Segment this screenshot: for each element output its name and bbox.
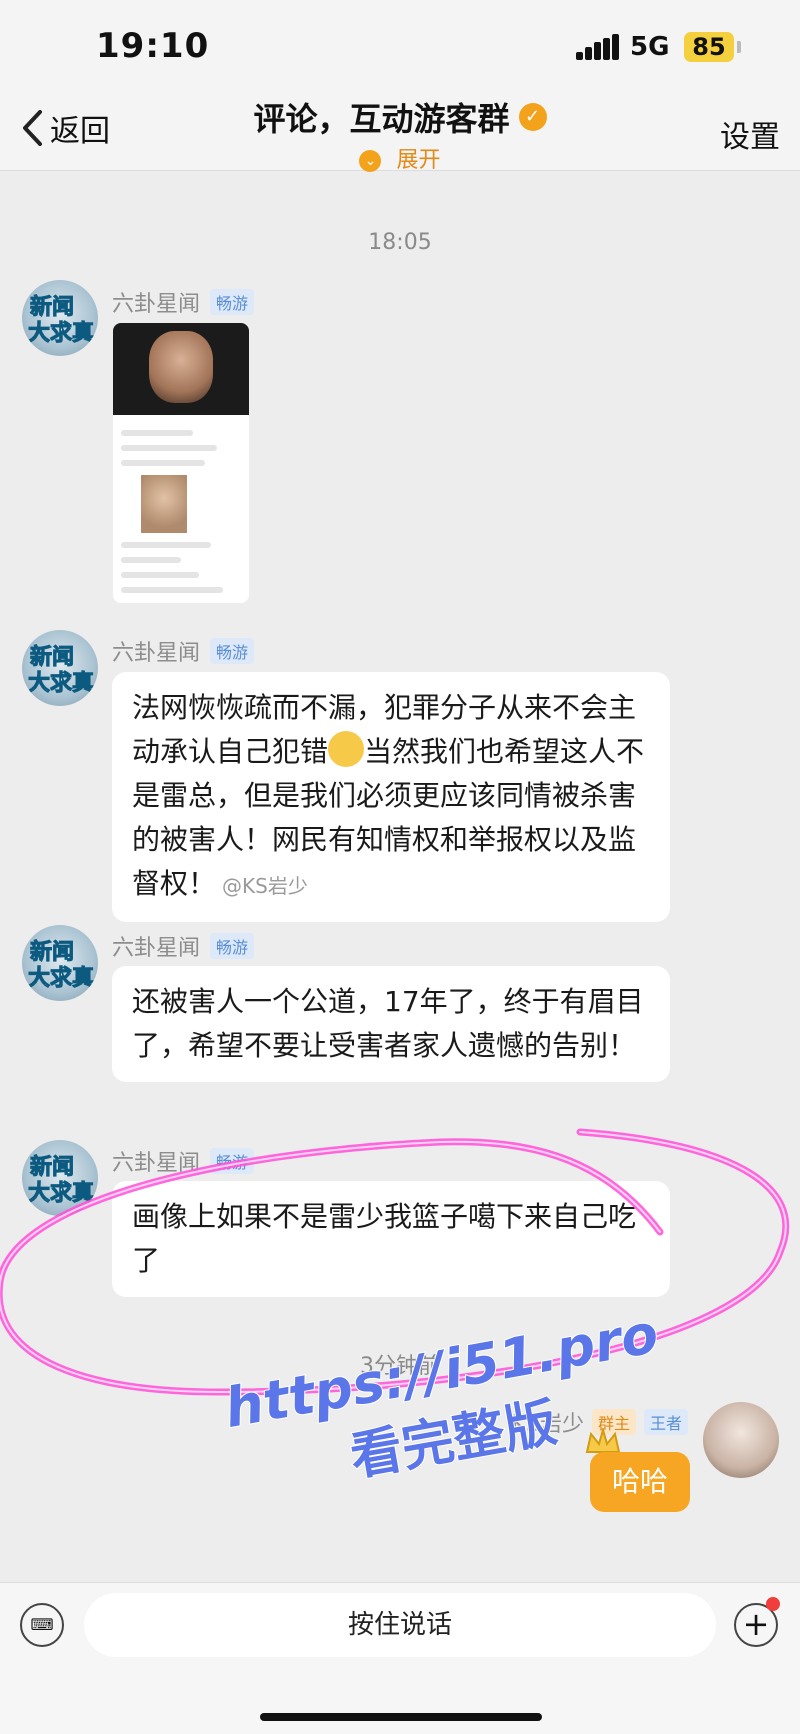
- sender-row: 六卦星闻 畅游: [112, 1145, 255, 1177]
- notification-dot: [766, 1597, 780, 1611]
- back-label: 返回: [50, 114, 110, 149]
- avatar[interactable]: 新闻 大求真: [22, 925, 98, 1001]
- message-text: 还被害人一个公道，17年了，终于有眉目了，希望不要让受害者家人遗憾的告别！: [132, 985, 644, 1062]
- avatar[interactable]: 新闻 大求真: [22, 280, 98, 356]
- image-message[interactable]: [113, 323, 249, 603]
- chevron-down-icon: ⌄: [359, 150, 382, 172]
- news-logo-icon: 新闻 大求真: [28, 1154, 95, 1207]
- screenshot-preview: [113, 415, 249, 603]
- svg-text:大求真: 大求真: [28, 965, 94, 991]
- nav-title-area[interactable]: 评论，互动游客群 ✓ ⌄ 展开: [200, 94, 600, 174]
- member-tag: 畅游: [210, 933, 255, 959]
- nav-bar: 返回 评论，互动游客群 ✓ ⌄ 展开 设置: [0, 90, 800, 174]
- sender-row: 六卦星闻 畅游: [112, 930, 255, 962]
- weibo-watermark: @KS岩少: [222, 874, 308, 898]
- input-bar: ⌨ 按住说话 +: [0, 1582, 800, 1734]
- sender-row: 六卦星闻 畅游: [112, 635, 255, 667]
- message-bubble[interactable]: 法网恢恢疏而不漏，犯罪分子从来不会主动承认自己犯错 当然我们也希望这人不是雷总，但…: [112, 672, 670, 922]
- group-title: 评论，互动游客群: [253, 100, 510, 138]
- network-type: 5G: [630, 32, 670, 62]
- chevron-left-icon: [23, 110, 42, 146]
- member-tag: 畅游: [210, 289, 255, 315]
- laugh-cry-emoji-icon: [328, 731, 365, 767]
- sender-name: 六卦星闻: [112, 1151, 201, 1176]
- svg-text:新闻: 新闻: [30, 294, 74, 320]
- sender-row: 六卦星闻 畅游: [112, 286, 255, 318]
- message-bubble[interactable]: 画像上如果不是雷少我篮子噶下来自己吃了: [112, 1181, 670, 1297]
- member-tag: 畅游: [210, 1148, 255, 1174]
- battery-nub: [737, 41, 741, 53]
- sender-name: 六卦星闻: [112, 292, 201, 317]
- member-tag: 畅游: [210, 638, 255, 664]
- home-indicator[interactable]: [260, 1713, 542, 1721]
- avatar[interactable]: 新闻 大求真: [22, 630, 98, 706]
- news-logo-icon: 新闻 大求真: [28, 644, 95, 697]
- my-message-bubble[interactable]: 哈哈: [590, 1452, 690, 1512]
- svg-text:新闻: 新闻: [30, 939, 74, 965]
- settings-button[interactable]: 设置: [720, 112, 780, 156]
- my-avatar[interactable]: [703, 1402, 779, 1478]
- svg-text:新闻: 新闻: [30, 644, 74, 670]
- video-preview: [113, 323, 249, 415]
- status-bar: 19:10 5G 85: [0, 0, 800, 90]
- rank-badge: 王者: [643, 1409, 688, 1435]
- battery-icon: 85: [684, 32, 734, 62]
- chat-timestamp: 18:05: [368, 230, 432, 255]
- hold-to-talk-button[interactable]: 按住说话: [84, 1593, 716, 1657]
- svg-text:大求真: 大求真: [28, 1180, 94, 1206]
- back-button[interactable]: 返回: [20, 106, 110, 150]
- signal-icon: [576, 34, 619, 60]
- svg-text:大求真: 大求真: [28, 670, 94, 696]
- avatar[interactable]: 新闻 大求真: [22, 1140, 98, 1216]
- chat-timestamp: 3分钟前: [360, 1354, 440, 1379]
- status-time: 19:10: [96, 26, 210, 66]
- svg-text:大求真: 大求真: [28, 320, 94, 346]
- message-text: 哈哈: [611, 1465, 668, 1498]
- message-text: 画像上如果不是雷少我篮子噶下来自己吃了: [132, 1200, 637, 1277]
- vip-badge-icon: ✓: [518, 103, 547, 131]
- expand-label: 展开: [396, 148, 441, 173]
- sender-name: 六卦星闻: [112, 936, 201, 961]
- sender-name: 六卦星闻: [112, 641, 201, 666]
- news-logo-icon: 新闻 大求真: [28, 294, 95, 347]
- news-logo-icon: 新闻 大求真: [28, 939, 95, 992]
- sender-name: KS岩少: [511, 1412, 584, 1437]
- message-bubble[interactable]: 还被害人一个公道，17年了，终于有眉目了，希望不要让受害者家人遗憾的告别！: [112, 966, 670, 1082]
- keyboard-toggle-icon[interactable]: ⌨: [20, 1603, 64, 1647]
- svg-text:新闻: 新闻: [30, 1154, 74, 1180]
- expand-toggle[interactable]: ⌄ 展开: [200, 142, 600, 174]
